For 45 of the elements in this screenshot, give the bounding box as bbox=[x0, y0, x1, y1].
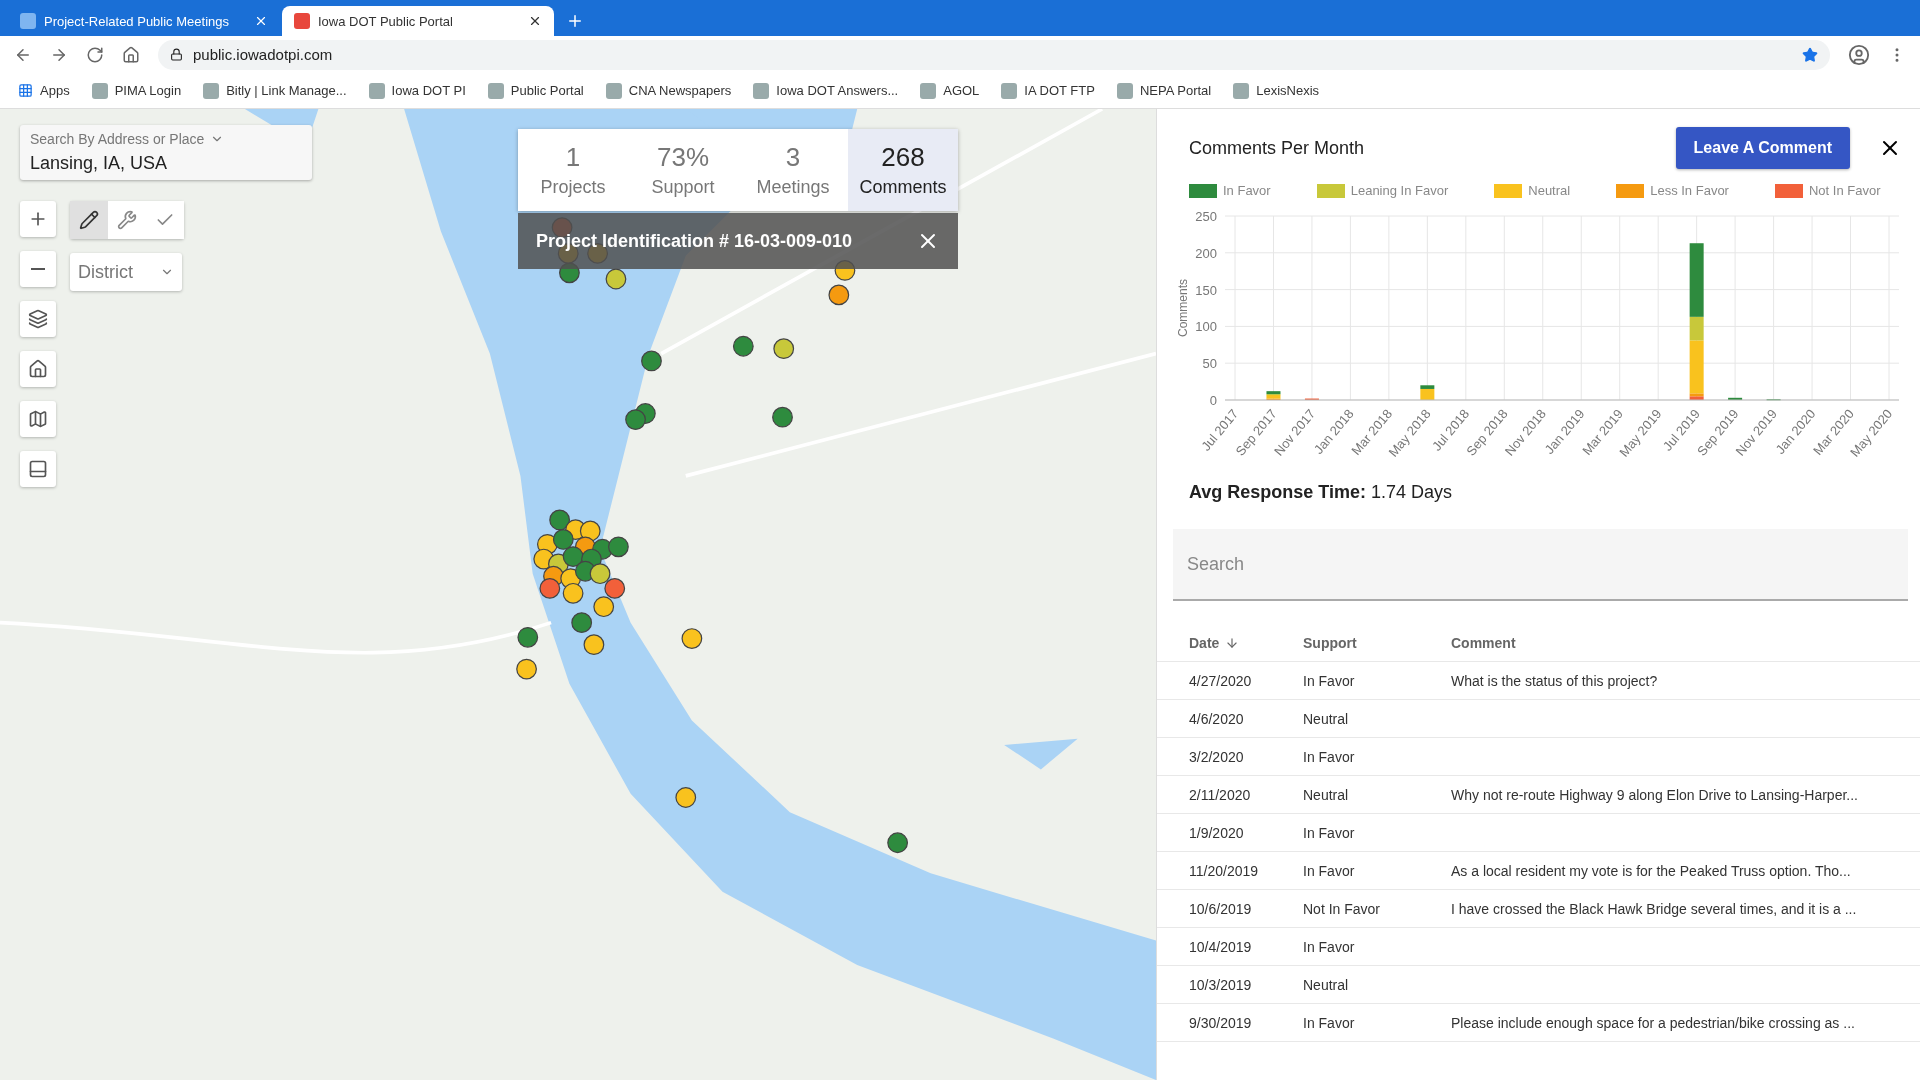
table-cell-text: In Favor bbox=[1303, 748, 1356, 765]
legend-label: Leaning In Favor bbox=[1350, 183, 1449, 198]
table-cell-text: 4/6/2020 bbox=[1189, 710, 1245, 727]
table-cell-text: 11/20/2019 bbox=[1189, 862, 1260, 879]
project-id-text: Project Identification # 16-03-009-010 bbox=[536, 230, 853, 252]
table-cell-text: In Favor bbox=[1303, 672, 1356, 689]
table-cell-text: In Favor bbox=[1303, 1014, 1356, 1031]
table-cell-text: 1/9/2020 bbox=[1189, 824, 1245, 841]
table-cell-text: 3/2/2020 bbox=[1189, 748, 1245, 765]
legend-label: Neutral bbox=[1528, 183, 1571, 198]
table-cell-text: 9/30/2019 bbox=[1189, 1014, 1253, 1031]
y-tick-label: 150 bbox=[1195, 282, 1217, 298]
table-cell-text: Please include enough space for a pedestrian/bike crossing as ... bbox=[1451, 1014, 1856, 1031]
table-cell-text: As a local resident my vote is for the Peaked Truss option. Tho... bbox=[1451, 862, 1852, 879]
legend-label: In Favor bbox=[1223, 183, 1271, 198]
table-cell-text: I have crossed the Black Hawk Bridge several times, and it is a ... bbox=[1451, 900, 1858, 917]
table-cell-text: Not In Favor bbox=[1303, 900, 1382, 917]
panel-title: Comments Per Month bbox=[1189, 137, 1366, 159]
table-cell-text: 10/3/2019 bbox=[1189, 976, 1253, 993]
tab-title: Project-Related Public Meetings bbox=[44, 13, 230, 29]
table-cell-text: Why not re-route Highway 9 along Elon Drive to Lansing-Harper... bbox=[1451, 786, 1859, 803]
url-text: public.iowadotpi.com bbox=[193, 46, 333, 63]
legend-label: Less In Favor bbox=[1650, 183, 1729, 198]
table-cell-text: Neutral bbox=[1303, 710, 1350, 727]
tab-title: Iowa DOT Public Portal bbox=[318, 13, 454, 29]
y-tick-label: 100 bbox=[1195, 319, 1217, 335]
table-cell-text: In Favor bbox=[1303, 938, 1356, 955]
table-cell-text: Neutral bbox=[1303, 786, 1350, 803]
search-label: Search By Address or Place bbox=[30, 131, 205, 147]
search-value: Lansing, IA, USA bbox=[30, 153, 169, 174]
table-cell-text: 2/11/2020 bbox=[1189, 786, 1252, 803]
y-axis-title: Comments bbox=[1176, 279, 1190, 337]
table-cell-text: What is the status of this project? bbox=[1451, 672, 1659, 689]
y-tick-label: 200 bbox=[1195, 245, 1217, 261]
y-tick-label: 250 bbox=[1195, 209, 1217, 224]
table-cell-text: 10/6/2019 bbox=[1189, 900, 1253, 917]
table-cell-text: 4/27/2020 bbox=[1189, 672, 1253, 689]
table-cell-text: 10/4/2019 bbox=[1189, 938, 1253, 955]
legend-label: Not In Favor bbox=[1808, 183, 1881, 198]
table-cell-text: In Favor bbox=[1303, 862, 1356, 879]
y-tick-label: 50 bbox=[1202, 356, 1217, 372]
table-cell-text: Neutral bbox=[1303, 976, 1350, 993]
avg-response-text: Avg Response Time: 1.74 Days bbox=[1188, 481, 1454, 503]
y-tick-label: 0 bbox=[1209, 393, 1217, 408]
table-cell-text: In Favor bbox=[1303, 824, 1356, 841]
